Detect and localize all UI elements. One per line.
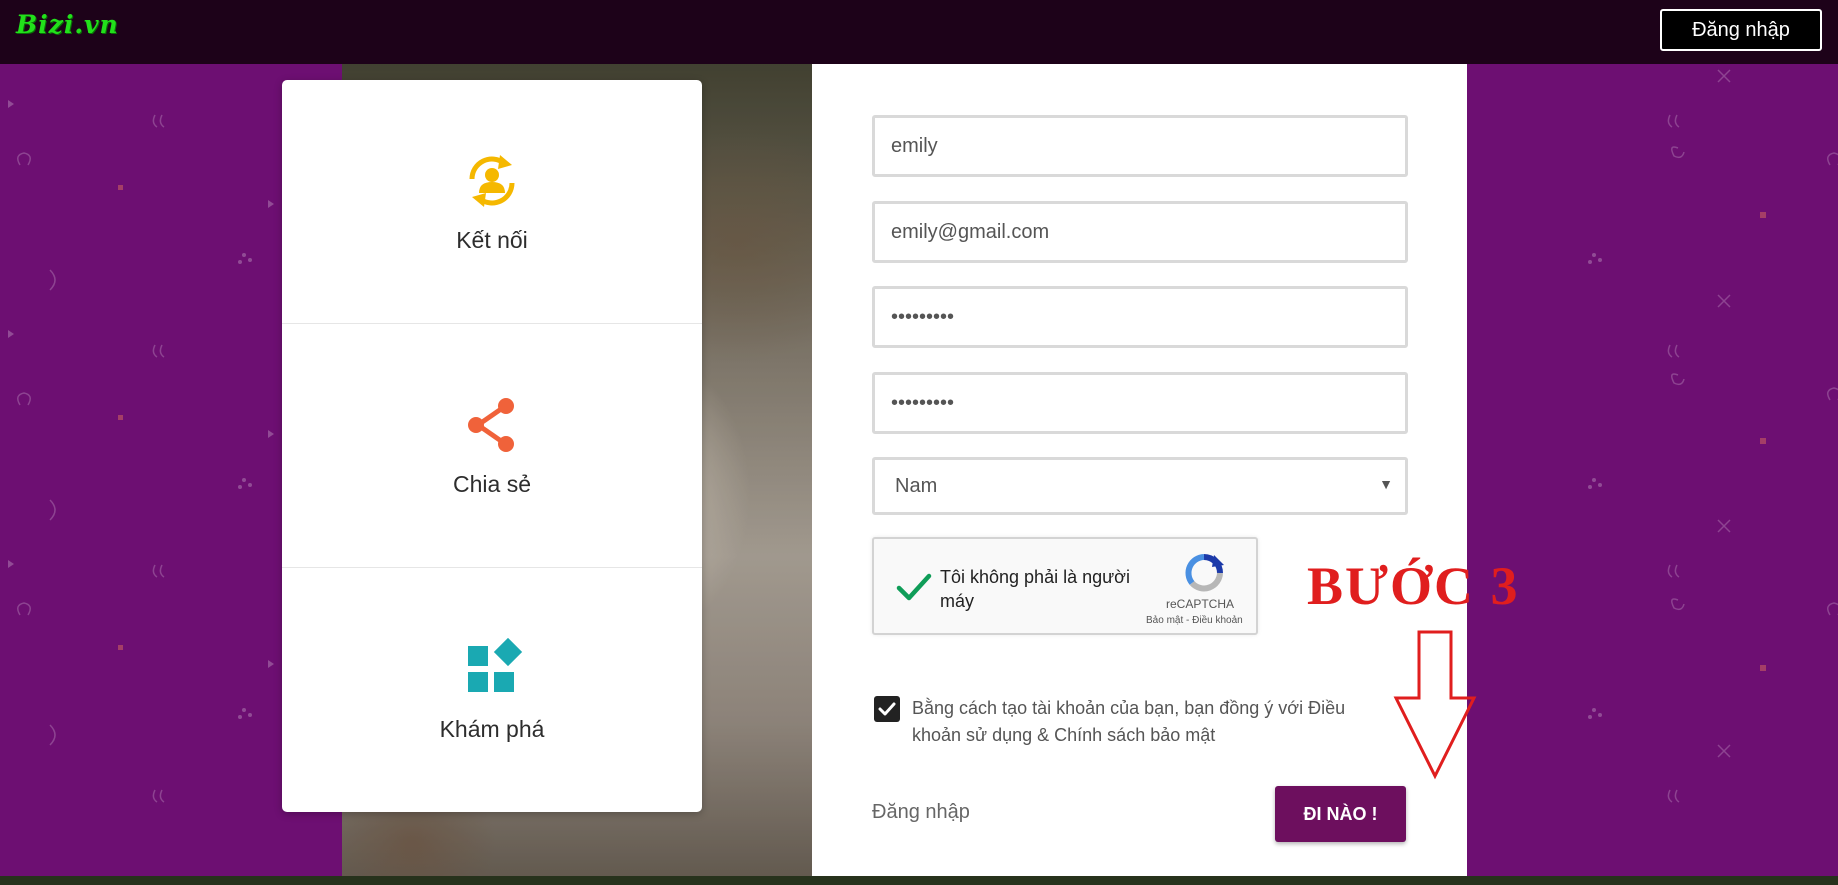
recaptcha-links[interactable]: Bảo mật - Điều khoản <box>1146 615 1243 626</box>
confirm-password-input[interactable] <box>872 372 1408 434</box>
feature-label: Chia sẻ <box>453 471 531 497</box>
share-icon <box>468 398 514 452</box>
dropdown-arrow-icon: ▼ <box>1379 476 1393 492</box>
checkmark-icon <box>878 702 896 716</box>
agree-terms-checkbox[interactable] <box>874 696 900 722</box>
agree-terms-text: Bằng cách tạo tài khoản của bạn, bạn đồn… <box>912 698 1346 745</box>
recaptcha-logo-icon <box>1185 554 1224 592</box>
feature-label: Khám phá <box>439 715 545 742</box>
recaptcha-brand: reCAPTCHA <box>1166 597 1235 611</box>
feature-explore: Khám phá <box>282 568 702 812</box>
login-link[interactable]: Đăng nhập <box>872 801 970 824</box>
password-input[interactable] <box>872 286 1408 348</box>
bottom-strip <box>0 876 1838 885</box>
register-form: Nam ▼ Tôi không phải là người máy reCAPT… <box>812 64 1467 885</box>
email-input[interactable] <box>872 201 1408 263</box>
feature-connect: Kết nối <box>282 80 702 324</box>
recaptcha-label: Tôi không phải là người máy <box>940 567 1130 611</box>
site-logo[interactable]: Bizi.vn <box>16 10 119 39</box>
username-input[interactable] <box>872 115 1408 177</box>
features-card: Kết nối Chia sẻ Khám phá <box>282 80 702 812</box>
down-arrow-annotation-icon <box>1393 630 1477 780</box>
login-button[interactable]: Đăng nhập <box>1660 9 1822 51</box>
submit-button[interactable]: ĐI NÀO ! <box>1275 786 1406 842</box>
recaptcha-widget: Tôi không phải là người máy reCAPTCHA Bả… <box>872 537 1258 635</box>
explore-blocks-icon <box>468 637 523 692</box>
feature-share: Chia sẻ <box>282 324 702 568</box>
recaptcha-checkmark-icon[interactable] <box>894 567 934 607</box>
connect-user-icon <box>469 155 515 207</box>
feature-label: Kết nối <box>456 227 528 253</box>
gender-select[interactable]: Nam ▼ <box>872 457 1408 515</box>
gender-selected-value: Nam <box>895 474 938 497</box>
top-navbar: Bizi.vn Đăng nhập <box>0 0 1838 64</box>
step-annotation: BƯỚC 3 <box>1307 556 1520 616</box>
